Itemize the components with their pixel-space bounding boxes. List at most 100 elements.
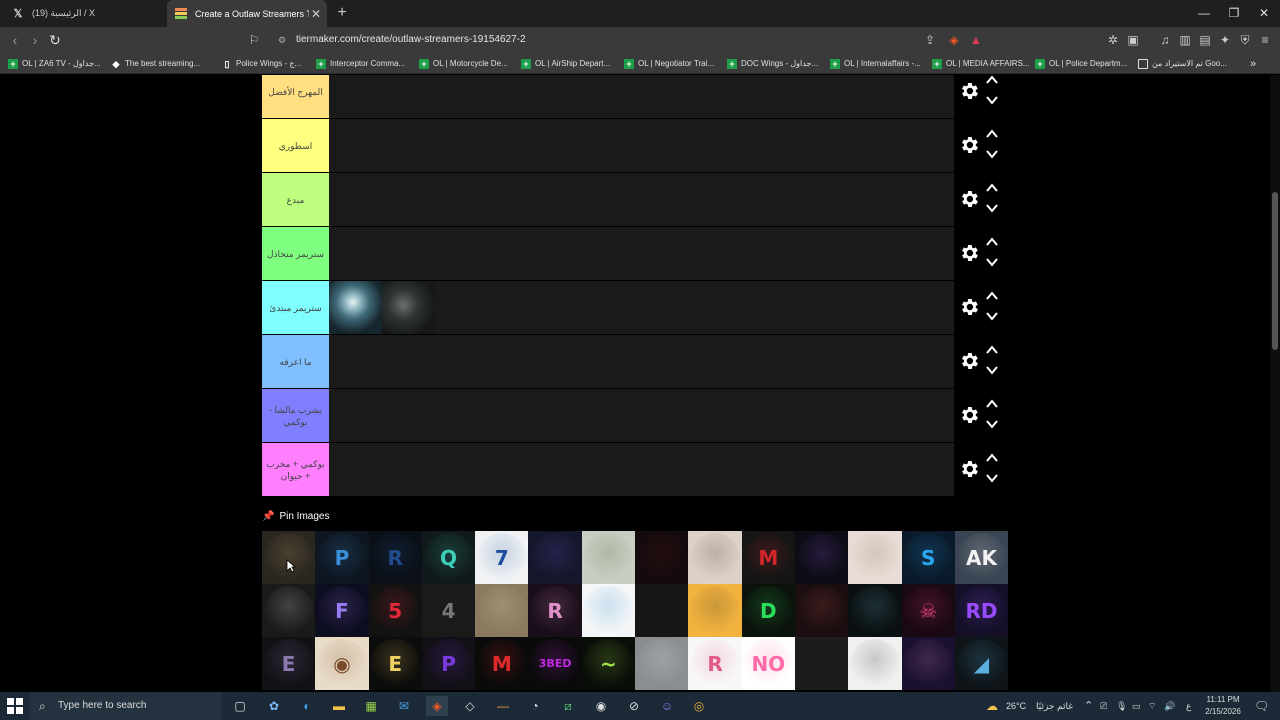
ranked-streamer-image[interactable] [382,281,435,334]
speedometer-icon[interactable]: ◔ [524,696,546,716]
store-icon[interactable]: ▦ [360,696,382,716]
tab-x-home[interactable]: 𝕏 (19) الرئيسية / X [4,0,166,27]
ranked-streamer-image[interactable] [329,281,382,334]
streamer-image[interactable] [848,637,902,690]
chevron-up-icon[interactable] [985,451,999,465]
streamer-image[interactable]: 4 [421,584,476,637]
tier-drop-zone[interactable] [329,281,954,334]
wallet-card-icon[interactable]: ▤ [1197,32,1213,48]
page-scrollbar[interactable] [1270,75,1280,692]
streamer-image[interactable]: ~ [581,637,636,690]
minimize-button[interactable]: — [1189,0,1219,27]
chevron-down-icon[interactable] [985,309,999,323]
streamer-image[interactable]: Q [421,531,476,584]
bookmark-item[interactable]: تم الاستيراد من Goo... [1138,53,1227,74]
chevron-down-icon[interactable] [985,201,999,215]
tray-chevron-icon[interactable]: ⌃ [1084,692,1093,720]
chrome-icon[interactable]: ◎ [688,696,710,716]
streamer-image[interactable]: P [421,637,476,690]
streamer-image[interactable]: 3BED [528,637,582,690]
streamer-image[interactable] [635,531,689,584]
app-icon[interactable]: ◉ [590,696,612,716]
windows-start-icon[interactable] [6,697,24,715]
app-icon[interactable]: — [492,696,514,716]
chevron-up-icon[interactable] [985,235,999,249]
streamer-image[interactable]: F [315,584,369,637]
streamer-image[interactable] [475,584,529,637]
gear-icon[interactable] [958,458,980,480]
bookmark-item[interactable]: + OL | Negotiator Trai... [624,53,714,74]
gear-icon[interactable] [958,242,980,264]
tier-drop-zone[interactable] [329,173,954,226]
streamer-image[interactable] [262,584,316,637]
streamer-image[interactable] [688,584,742,637]
reload-button[interactable]: ↻ [46,31,64,49]
vpn-shield-icon[interactable]: ⛨ [1237,32,1253,48]
bookmark-item[interactable]: + Interceptor Comma... [316,53,405,74]
gear-icon[interactable] [958,188,980,210]
streamer-image[interactable]: M [741,531,795,584]
discord-icon[interactable]: ☺ [656,696,678,716]
bookmark-icon[interactable]: ⚐ [246,32,262,48]
media-icon[interactable]: ♫ [1157,32,1173,48]
sidebar-icon[interactable]: ▥ [1177,32,1193,48]
streamer-image[interactable]: NO [741,637,795,690]
tier-label[interactable]: اسطوري [262,119,329,172]
bookmark-item[interactable]: + OL | Internalaffairs -... [830,53,921,74]
chevron-down-icon[interactable] [985,417,999,431]
tab-tiermaker[interactable]: Create a Outlaw Streamers Tier L ✕ [167,0,327,27]
streamer-image[interactable] [528,531,582,584]
weather-icon[interactable]: ☁ [986,692,998,720]
chevron-down-icon[interactable] [985,471,999,485]
network-icon[interactable]: ▭ [1132,692,1141,720]
new-tab-button[interactable]: + [334,4,350,22]
language-indicator[interactable]: ع [1186,692,1191,720]
taskbar-search-input[interactable]: ⌕ Type here to search [30,692,222,720]
streamer-image[interactable]: R [688,637,742,690]
tier-label[interactable]: يشرب مالشا - بوكمي [262,389,329,442]
volume-icon[interactable]: 🔊 [1164,692,1175,720]
file-explorer-icon[interactable]: ▬ [328,696,350,716]
weather-temp[interactable]: 26°C [1006,692,1026,720]
chevron-up-icon[interactable] [985,343,999,357]
streamer-image[interactable] [635,637,689,690]
address-bar[interactable]: ⚙ tiermaker.com/create/outlaw-streamers-… [270,30,990,50]
forward-button[interactable]: › [26,31,44,49]
tier-label[interactable]: ستريمر متخاذل [262,227,329,280]
bookmark-item[interactable]: + OL | Motorcycle De... [419,53,508,74]
streamer-image[interactable] [901,637,955,690]
streamer-image[interactable] [794,584,849,637]
tier-label[interactable]: مبدع [262,173,329,226]
gear-icon[interactable] [958,404,980,426]
gear-icon[interactable] [958,80,980,102]
app-icon[interactable]: ⊘ [623,696,645,716]
streamer-image[interactable]: M [475,637,529,690]
tier-drop-zone[interactable] [329,75,954,118]
chevron-up-icon[interactable] [985,181,999,195]
app-icon[interactable]: ◇ [459,696,481,716]
wallet-icon[interactable]: ▣ [1125,32,1141,48]
pin-images-toggle[interactable]: 📌 Pin Images [262,511,329,522]
tier-drop-zone[interactable] [329,335,954,388]
brave-shield-icon[interactable]: ◈ [946,32,962,48]
mail-icon[interactable]: ✉ [393,696,415,716]
chevron-down-icon[interactable] [985,255,999,269]
close-window-button[interactable]: ✕ [1249,0,1279,27]
streamer-image[interactable] [794,637,849,690]
streamer-image[interactable]: ◢ [954,637,1009,690]
brave-taskbar-icon[interactable]: ◈ [426,696,448,716]
streamer-image[interactable] [635,584,689,637]
streamer-image[interactable]: S [901,531,955,584]
chevron-down-icon[interactable] [985,93,999,107]
site-info-icon[interactable]: ⚙ [278,35,288,45]
brave-rewards-icon[interactable]: ▲ [968,32,984,48]
extensions-icon[interactable]: ✲ [1105,32,1121,48]
notifications-icon[interactable]: 🗨 [1254,692,1269,720]
streamer-image[interactable]: AK [954,531,1009,584]
streamer-image[interactable]: P [315,531,369,584]
restore-button[interactable]: ❐ [1219,0,1249,27]
chevron-down-icon[interactable] [985,147,999,161]
streamer-image[interactable] [688,531,742,584]
chevron-up-icon[interactable] [985,289,999,303]
tier-label[interactable]: ما اعرفه [262,335,329,388]
